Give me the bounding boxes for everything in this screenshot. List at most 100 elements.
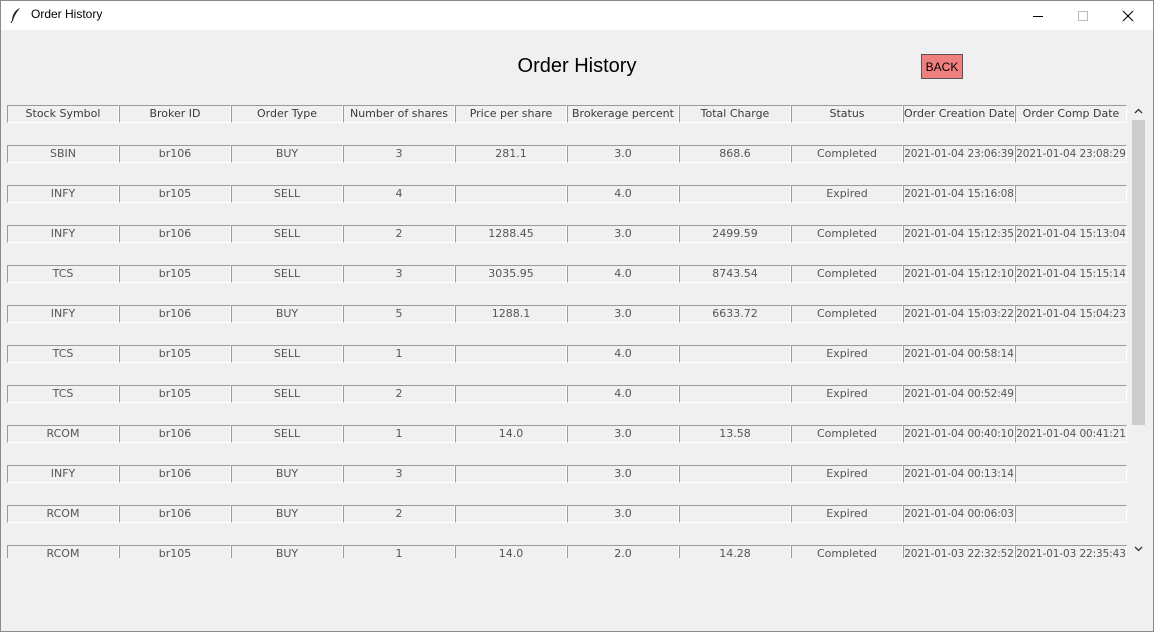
table-cell: Completed [791,545,903,558]
vertical-scrollbar[interactable] [1130,103,1147,558]
table-cell: 5 [343,305,455,323]
scroll-down-button[interactable] [1130,541,1147,557]
table-cell: Expired [791,385,903,403]
table-cell [455,345,567,363]
table-row: SBIN br106 BUY 3 281.1 3.0 868.6 Completed 2021-… [7,145,1128,163]
table-cell: 3 [343,145,455,163]
table-cell: 2.0 [567,545,679,558]
table-cell: 2021-01-04 15:12:10 [903,265,1015,283]
column-header: Total Charge [679,105,791,123]
close-button[interactable] [1105,1,1151,30]
column-header: Brokerage percent [567,105,679,123]
table-cell: TCS [7,345,119,363]
table-cell: 2021-01-04 00:40:10 [903,425,1015,443]
table-cell: 3.0 [567,145,679,163]
table-cell: 2021-01-04 00:06:03 [903,505,1015,523]
table-cell: Completed [791,225,903,243]
table-row: INFY br106 BUY 5 1288.1 3.0 6633.72 Completed 20… [7,305,1128,323]
table-cell: 8743.54 [679,265,791,283]
column-header: Order Type [231,105,343,123]
maximize-button[interactable] [1060,1,1106,30]
table-cell: Completed [791,305,903,323]
table-cell: 2021-01-04 00:41:21 [1015,425,1127,443]
table-cell: SELL [231,185,343,203]
table-cell: 1 [343,545,455,558]
table-cell: 4.0 [567,385,679,403]
table-cell: br105 [119,185,231,203]
column-header: Broker ID [119,105,231,123]
table-cell: RCOM [7,505,119,523]
table-cell: Completed [791,425,903,443]
table-cell: 2021-01-04 00:13:14 [903,465,1015,483]
table-cell: 1288.45 [455,225,567,243]
table-row: INFY br106 SELL 2 1288.45 3.0 2499.59 Completed… [7,225,1128,243]
table-cell: 3.0 [567,505,679,523]
table-cell [1015,185,1127,203]
table-cell: br105 [119,265,231,283]
scroll-up-button[interactable] [1130,103,1147,119]
table-cell: 2 [343,225,455,243]
table-cell: BUY [231,545,343,558]
table-cell: 14.0 [455,425,567,443]
table-cell: Completed [791,265,903,283]
table-cell: TCS [7,385,119,403]
title-bar[interactable]: Order History [1,1,1153,30]
table-cell: Expired [791,505,903,523]
table-row: INFY br106 BUY 3 3.0 Expired 2021-01-04 00:13:… [7,465,1128,483]
table-cell: 2021-01-04 15:12:35 [903,225,1015,243]
table-cell: SELL [231,265,343,283]
table-cell: 2021-01-04 15:13:04 [1015,225,1127,243]
table-cell: br106 [119,305,231,323]
table-cell: 6633.72 [679,305,791,323]
table-cell: br106 [119,505,231,523]
page-title: Order History [517,55,637,77]
table-cell: INFY [7,185,119,203]
table-cell [455,385,567,403]
table-cell: 3 [343,265,455,283]
table-cell [679,385,791,403]
table-cell: INFY [7,465,119,483]
column-header: Order Comp Date [1015,105,1127,123]
table-cell: 2 [343,385,455,403]
table-cell: 3.0 [567,225,679,243]
table-cell: 2021-01-04 15:03:22 [903,305,1015,323]
table-cell: 14.0 [455,545,567,558]
minimize-button[interactable] [1015,1,1061,30]
column-header: Price per share [455,105,567,123]
table-header-row: Stock Symbol Broker ID Order Type Number of… [7,105,1128,123]
table-cell: 2021-01-04 15:04:23 [1015,305,1127,323]
table-cell: 4.0 [567,345,679,363]
minimize-icon [1033,15,1043,17]
chevron-up-icon [1134,108,1143,114]
scrollbar-thumb[interactable] [1132,120,1145,425]
table-cell: SELL [231,345,343,363]
table-cell: 3.0 [567,465,679,483]
maximize-icon [1078,10,1088,21]
table-cell: 14.28 [679,545,791,558]
table-row: TCS br105 SELL 3 3035.95 4.0 8743.54 Completed 2… [7,265,1128,283]
table-cell: 4.0 [567,265,679,283]
table-cell: 2 [343,505,455,523]
table-cell: BUY [231,305,343,323]
app-window: Order History Order History BACK Stock S… [0,0,1154,632]
table-cell: Expired [791,345,903,363]
table-cell: SBIN [7,145,119,163]
table-cell [1015,465,1127,483]
window-title: Order History [31,7,103,21]
table-cell [455,185,567,203]
table-row: INFY br105 SELL 4 4.0 Expired 2021-01-04 15:16… [7,185,1128,203]
table-row: RCOM br106 SELL 1 14.0 3.0 13.58 Completed 2021-… [7,425,1128,443]
table-cell: 4 [343,185,455,203]
table-cell: 2021-01-03 22:32:52 [903,545,1015,558]
table-cell: br106 [119,425,231,443]
table-cell: Completed [791,145,903,163]
table-cell: BUY [231,145,343,163]
table-cell: br106 [119,225,231,243]
table-cell: 2021-01-04 15:16:08 [903,185,1015,203]
content-area: Order History BACK Stock Symbol Broker ID… [1,30,1153,631]
back-button[interactable]: BACK [921,54,963,79]
table-cell: 4.0 [567,185,679,203]
table-cell: br105 [119,545,231,558]
table-cell: INFY [7,305,119,323]
table-cell: 2021-01-04 00:58:14 [903,345,1015,363]
